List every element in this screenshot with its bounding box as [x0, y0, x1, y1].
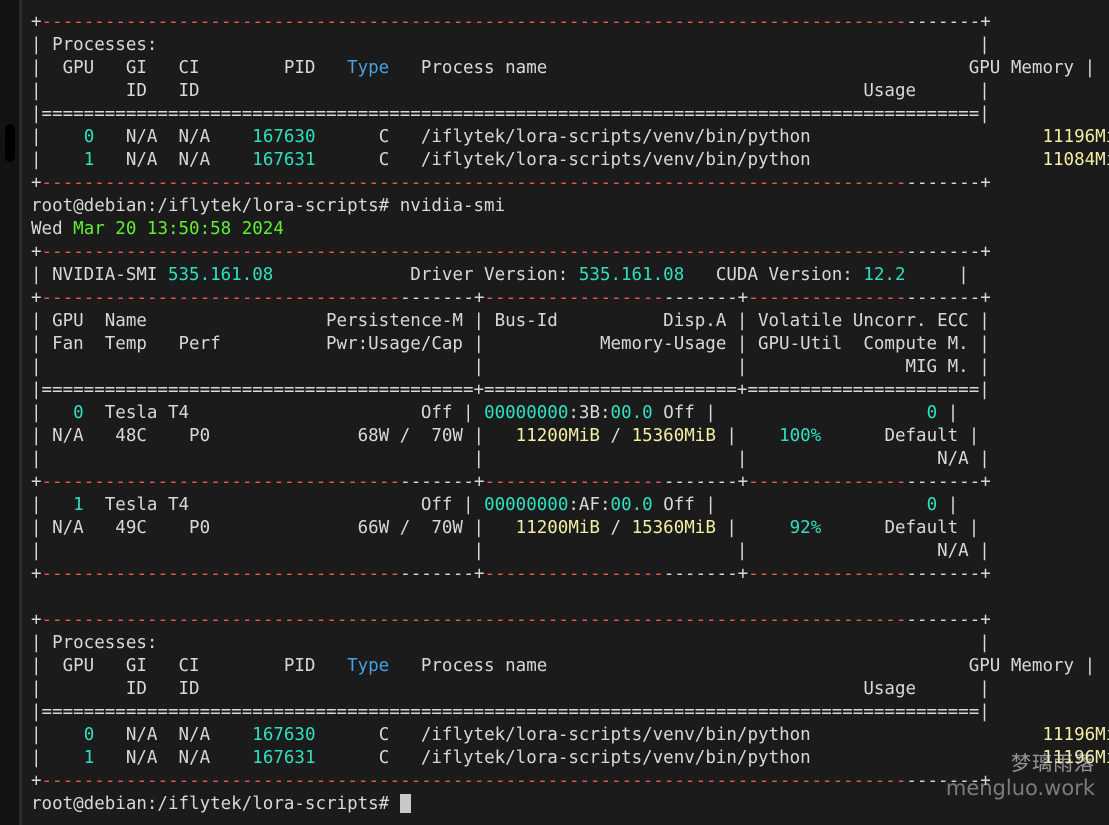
shell-prompt: root@debian:/iflytek/lora-scripts# [31, 794, 400, 814]
gpu-busid-bus: :3B: [568, 403, 611, 423]
process-pid: 167631 [252, 748, 316, 768]
equals-rule-top: |=======================================… [31, 104, 990, 124]
dashed-rule: +---------------------------------------… [31, 610, 991, 630]
processes-label: | Processes: | [31, 35, 990, 55]
gpu-busid-device: 00.0 [610, 495, 653, 515]
process-pid: 167630 [252, 127, 316, 147]
processes-col-header-top: | GPU GI CI PID Type Process name GPU Me… [31, 58, 1096, 78]
gpu-row-1-line-3: | | | N/A | [31, 541, 990, 561]
driver-version: 535.161.08 [578, 265, 685, 285]
gpu-row-0-line-1: | 0 Tesla T4 Off | 00000000:3B:00.0 Off … [31, 403, 959, 423]
gpu-row-0-line-2: | N/A 48C P0 68W / 70W | 11200MiB / 1536… [31, 426, 980, 446]
gpu-busid-device: 00.0 [610, 403, 653, 423]
dashed-rule: +---------------------------------------… [31, 173, 991, 193]
separator-line: +---------------------------------------… [31, 11, 1109, 34]
process-memory: 11196MiB [1042, 127, 1109, 147]
process-memory: 11084MiB [1042, 150, 1109, 170]
dashed-rule: +---------------------------------------… [31, 564, 991, 584]
smi-version: 535.161.08 [167, 265, 274, 285]
gpu-table-header-2: | Fan Temp Perf Pwr:Usage/Cap | Memory-U… [31, 334, 990, 354]
separator-line: +---------------------------------------… [31, 609, 1109, 632]
process-gpu-index: 1 [83, 150, 95, 170]
separator-line: +---------------------------------------… [31, 563, 1109, 586]
separator-line: +---------------------------------------… [31, 287, 1109, 310]
gpu-index: 1 [73, 495, 84, 515]
terminal-output[interactable]: +---------------------------------------… [22, 0, 1109, 825]
processes-label: | Processes: | [31, 633, 990, 653]
table-row: | 1 N/A N/A 167631 C /iflytek/lora-scrip… [31, 747, 1109, 770]
table-row: | 0 N/A N/A 167630 C /iflytek/lora-scrip… [31, 724, 1109, 747]
gpu-memory-total: 15360MiB [631, 518, 716, 538]
terminal-window: +---------------------------------------… [0, 0, 1109, 825]
processes-heading-bottom: | Processes: | [31, 632, 1109, 655]
dashed-rule-top: +---------------------------------------… [31, 12, 991, 32]
terminal-scrollbar-thumb[interactable] [5, 124, 15, 162]
process-memory: 11196MiB [1042, 725, 1109, 745]
separator-line: +---------------------------------------… [31, 770, 1109, 793]
type-column-header: Type [347, 58, 390, 78]
shell-command: nvidia-smi [399, 196, 506, 216]
gpu-busid-bus: :AF: [568, 495, 611, 515]
gpu-row-1-line-2: | N/A 49C P0 66W / 70W | 11200MiB / 1536… [31, 518, 980, 538]
gpu-ecc-errors: 0 [926, 403, 938, 423]
shell-prompt-line-2[interactable]: root@debian:/iflytek/lora-scripts# [31, 793, 1109, 816]
cuda-version: 12.2 [863, 265, 906, 285]
process-gpu-index: 1 [83, 748, 95, 768]
process-gpu-index: 0 [83, 127, 95, 147]
gpu-ecc-errors: 0 [926, 495, 938, 515]
equals-rule: |=======================================… [31, 380, 990, 400]
gpu-memory-used: 11200MiB [515, 426, 600, 446]
equals-rule-bottom: |=======================================… [31, 702, 990, 722]
gpu-row-0-line-3: | | | N/A | [31, 449, 990, 469]
nvidia-smi-version-line: | NVIDIA-SMI 535.161.08 Driver Version: … [31, 265, 969, 285]
processes-heading-top: | Processes: | [31, 34, 1109, 57]
text-cursor [399, 794, 411, 813]
processes-col-header2-bottom: | ID ID Usage | [31, 679, 990, 699]
table-row: | 1 N/A N/A 167631 C /iflytek/lora-scrip… [31, 149, 1109, 172]
gpu-index: 0 [73, 403, 84, 423]
nvidia-smi-timestamp: Wed Mar 20 13:50:58 2024 [31, 219, 284, 239]
process-pid: 167631 [252, 150, 316, 170]
gpu-memory-total: 15360MiB [631, 426, 716, 446]
processes-col-header2-top: | ID ID Usage | [31, 81, 990, 101]
timestamp-value: Mar 20 13:50:58 2024 [73, 219, 284, 239]
gpu-utilization: 92% [789, 518, 822, 538]
terminal-scrollbar-track[interactable] [0, 0, 19, 825]
gpu-table-header-3: | | | MIG M. | [31, 357, 990, 377]
type-column-header: Type [347, 656, 390, 676]
gpu-name: Tesla T4 Off | [83, 403, 485, 423]
dashed-rule: +---------------------------------------… [31, 242, 991, 262]
gpu-row-1-line-1: | 1 Tesla T4 Off | 00000000:AF:00.0 Off … [31, 495, 959, 515]
separator-line: +---------------------------------------… [31, 241, 1109, 264]
processes-col-header-bottom: | GPU GI CI PID Type Process name GPU Me… [31, 656, 1096, 676]
table-row: | 0 N/A N/A 167630 C /iflytek/lora-scrip… [31, 126, 1109, 149]
dashed-rule: +---------------------------------------… [31, 472, 991, 492]
process-gpu-index: 0 [83, 725, 95, 745]
gpu-busid-domain: 00000000 [484, 403, 569, 423]
dashed-rule: +---------------------------------------… [31, 771, 991, 791]
gpu-utilization: 100% [779, 426, 822, 446]
process-memory: 11196MiB [1042, 748, 1109, 768]
gpu-name: Tesla T4 Off | [83, 495, 485, 515]
shell-prompt-line-1: root@debian:/iflytek/lora-scripts# nvidi… [31, 195, 1109, 218]
gpu-busid-domain: 00000000 [484, 495, 569, 515]
separator-line: +---------------------------------------… [31, 172, 1109, 195]
dashed-rule: +---------------------------------------… [31, 288, 991, 308]
gpu-memory-used: 11200MiB [515, 518, 600, 538]
gpu-table-header-1: | GPU Name Persistence-M | Bus-Id Disp.A… [31, 311, 990, 331]
separator-line: +---------------------------------------… [31, 471, 1109, 494]
process-pid: 167630 [252, 725, 316, 745]
shell-prompt: root@debian:/iflytek/lora-scripts# [31, 196, 400, 216]
